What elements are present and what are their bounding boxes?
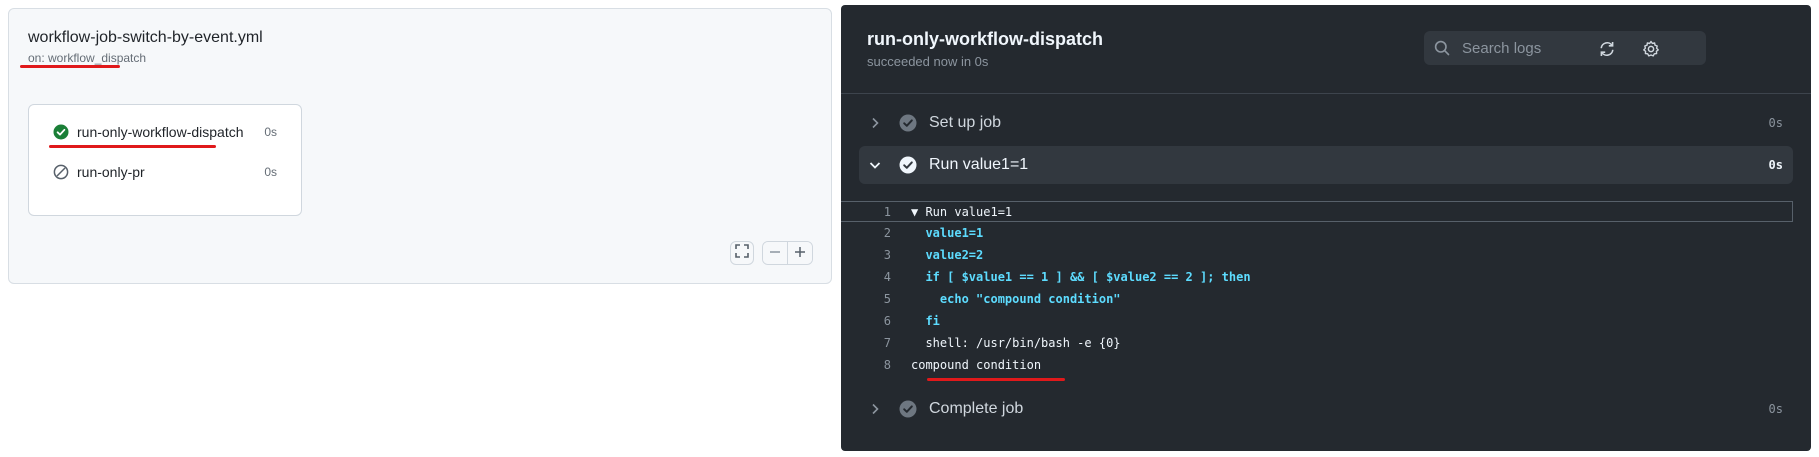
zoom-controls (762, 241, 813, 265)
step-label: Set up job (929, 114, 1002, 131)
annotation-underline-trigger (20, 65, 120, 68)
log-panel-header: run-only-workflow-dispatch succeeded now… (841, 5, 1811, 94)
fullscreen-button[interactable] (730, 241, 754, 265)
log-text: ▼ Run value1=1 (911, 204, 1013, 219)
job-name: run-only-pr (77, 164, 145, 180)
log-line[interactable]: 8 compound condition (841, 355, 1793, 375)
step-label: Run value1=1 (929, 156, 1029, 173)
zoom-out-button[interactable] (763, 242, 787, 264)
step-set-up-job[interactable]: Set up job 0s (859, 104, 1793, 142)
line-number: 1 (883, 204, 891, 219)
step-duration: 0s (1768, 402, 1783, 416)
line-number: 8 (883, 358, 891, 372)
workflow-graph-panel: workflow-job-switch-by-event.yml on: wor… (8, 8, 832, 284)
line-number: 2 (883, 226, 891, 240)
check-circle-icon (899, 400, 917, 418)
line-number: 3 (883, 248, 891, 262)
step-complete-job[interactable]: Complete job 0s (859, 390, 1793, 428)
step-duration: 0s (1768, 158, 1783, 172)
refresh-button[interactable] (1597, 39, 1617, 59)
plus-icon (794, 243, 806, 263)
log-line[interactable]: 2 value1=1 (841, 223, 1793, 243)
graph-controls (730, 241, 813, 265)
chevron-right-icon (869, 117, 885, 129)
workflow-trigger: on: workflow_dispatch (28, 51, 147, 65)
settings-button[interactable] (1641, 39, 1661, 59)
line-number: 5 (883, 292, 891, 306)
job-title: run-only-workflow-dispatch (867, 29, 1103, 49)
dash-icon (769, 243, 781, 263)
zoom-in-button[interactable] (787, 242, 812, 264)
screen-full-icon (735, 243, 749, 263)
log-line[interactable]: 3 value2=2 (841, 245, 1793, 265)
annotation-underline-job (49, 145, 216, 148)
check-circle-fill-icon (53, 124, 69, 140)
step-duration: 0s (1768, 116, 1783, 130)
gear-icon (1642, 40, 1660, 58)
job-item-run-only-workflow-dispatch[interactable]: run-only-workflow-dispatch 0s (53, 121, 277, 143)
log-line[interactable]: 4 if [ $value1 == 1 ] && [ $value2 == 2 … (841, 267, 1793, 287)
job-status-text: succeeded now in 0s (867, 54, 989, 69)
job-name: run-only-workflow-dispatch (77, 124, 244, 140)
log-line[interactable]: 6 fi (841, 311, 1793, 331)
log-line[interactable]: 5 echo "compound condition" (841, 289, 1793, 309)
annotation-underline-output (927, 378, 1065, 381)
jobs-card: run-only-workflow-dispatch 0s run-only-p… (28, 104, 302, 216)
job-log-panel: run-only-workflow-dispatch succeeded now… (841, 5, 1811, 451)
log-text: value1=1 (911, 226, 984, 240)
step-run-value1[interactable]: Run value1=1 0s (859, 146, 1793, 184)
log-line[interactable]: 7 shell: /usr/bin/bash -e {0} (841, 333, 1793, 353)
log-text: echo "compound condition" (911, 292, 1121, 306)
job-item-run-only-pr[interactable]: run-only-pr 0s (53, 161, 277, 183)
check-circle-icon (899, 156, 917, 174)
log-text: fi (911, 314, 940, 328)
job-duration: 0s (264, 165, 277, 179)
line-number: 6 (883, 314, 891, 328)
line-number: 7 (883, 336, 891, 350)
skip-icon (53, 164, 69, 180)
line-number: 4 (883, 270, 891, 284)
log-text: if [ $value1 == 1 ] && [ $value2 == 2 ];… (911, 270, 1251, 284)
chevron-right-icon (869, 403, 885, 415)
job-duration: 0s (264, 125, 277, 139)
workflow-file-title: workflow-job-switch-by-event.yml (28, 29, 263, 46)
chevron-down-icon (869, 159, 885, 171)
step-label: Complete job (929, 400, 1024, 417)
log-text: compound condition (911, 358, 1042, 372)
log-text: shell: /usr/bin/bash -e {0} (911, 336, 1121, 350)
search-icon (1434, 40, 1450, 56)
log-line[interactable]: 1 ▼ Run value1=1 (841, 201, 1793, 222)
log-text: value2=2 (911, 248, 984, 262)
check-circle-icon (899, 114, 917, 132)
search-logs-box (1424, 31, 1706, 65)
sync-icon (1598, 40, 1616, 58)
